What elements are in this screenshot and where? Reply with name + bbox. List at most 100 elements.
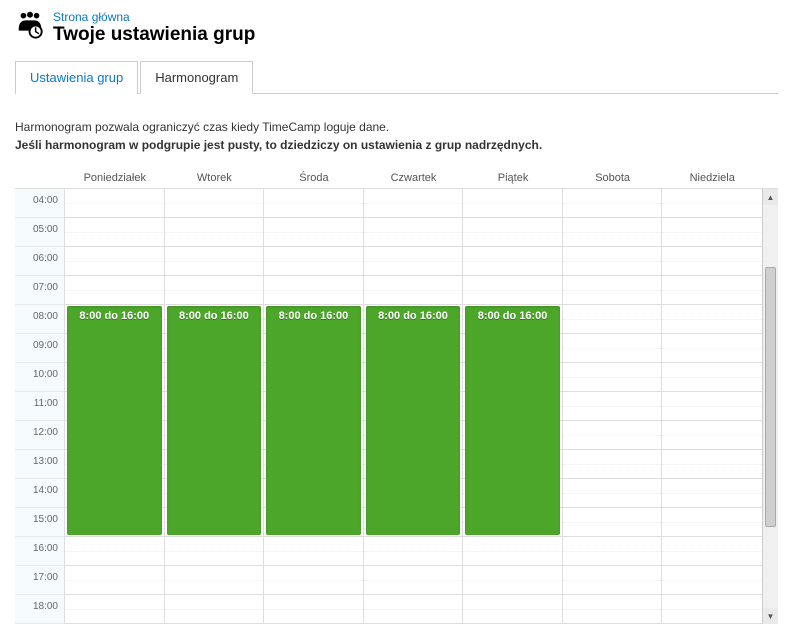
description-line2: Jeśli harmonogram w podgrupie jest pusty… bbox=[15, 136, 778, 154]
calendar-cell[interactable] bbox=[563, 508, 662, 537]
calendar-cell[interactable] bbox=[65, 566, 164, 595]
calendar-cell[interactable] bbox=[264, 218, 363, 247]
calendar-day-column[interactable]: 8:00 do 16:00 bbox=[165, 189, 265, 624]
calendar-cell[interactable] bbox=[264, 189, 363, 218]
calendar-cell[interactable] bbox=[264, 276, 363, 305]
time-label: 06:00 bbox=[15, 247, 64, 276]
calendar-cell[interactable] bbox=[364, 247, 463, 276]
calendar-cell[interactable] bbox=[662, 305, 762, 334]
schedule-event[interactable]: 8:00 do 16:00 bbox=[67, 306, 162, 535]
calendar-cell[interactable] bbox=[463, 276, 562, 305]
calendar-cell[interactable] bbox=[463, 189, 562, 218]
calendar-cell[interactable] bbox=[662, 421, 762, 450]
calendar-cell[interactable] bbox=[463, 595, 562, 624]
calendar-day-column[interactable]: 8:00 do 16:00 bbox=[364, 189, 464, 624]
time-label: 05:00 bbox=[15, 218, 64, 247]
calendar-cell[interactable] bbox=[165, 537, 264, 566]
time-label: 12:00 bbox=[15, 421, 64, 450]
calendar-cell[interactable] bbox=[662, 276, 762, 305]
calendar-day-column[interactable] bbox=[662, 189, 762, 624]
calendar-cell[interactable] bbox=[165, 189, 264, 218]
calendar-cell[interactable] bbox=[65, 189, 164, 218]
day-header-mon: Poniedziałek bbox=[65, 166, 165, 188]
calendar-cell[interactable] bbox=[165, 595, 264, 624]
calendar-cell[interactable] bbox=[65, 218, 164, 247]
calendar-cell[interactable] bbox=[662, 537, 762, 566]
calendar-cell[interactable] bbox=[563, 421, 662, 450]
calendar-cell[interactable] bbox=[563, 450, 662, 479]
calendar-cell[interactable] bbox=[364, 218, 463, 247]
calendar-cell[interactable] bbox=[563, 305, 662, 334]
calendar-cell[interactable] bbox=[364, 537, 463, 566]
calendar-grid[interactable]: 8:00 do 16:008:00 do 16:008:00 do 16:008… bbox=[65, 189, 762, 624]
calendar-cell[interactable] bbox=[165, 566, 264, 595]
calendar-cell[interactable] bbox=[364, 566, 463, 595]
calendar-cell[interactable] bbox=[463, 247, 562, 276]
calendar-cell[interactable] bbox=[364, 276, 463, 305]
calendar-cell[interactable] bbox=[662, 334, 762, 363]
calendar-cell[interactable] bbox=[563, 276, 662, 305]
schedule-event[interactable]: 8:00 do 16:00 bbox=[366, 306, 461, 535]
calendar-scrollbar[interactable]: ▲ ▼ bbox=[762, 189, 778, 624]
time-label: 17:00 bbox=[15, 566, 64, 595]
calendar-cell[interactable] bbox=[165, 276, 264, 305]
calendar-cell[interactable] bbox=[165, 247, 264, 276]
calendar-cell[interactable] bbox=[65, 247, 164, 276]
calendar-cell[interactable] bbox=[65, 595, 164, 624]
calendar-day-column[interactable]: 8:00 do 16:00 bbox=[264, 189, 364, 624]
calendar-cell[interactable] bbox=[463, 537, 562, 566]
calendar-cell[interactable] bbox=[662, 189, 762, 218]
calendar-cell[interactable] bbox=[563, 537, 662, 566]
calendar-cell[interactable] bbox=[662, 363, 762, 392]
calendar-cell[interactable] bbox=[662, 392, 762, 421]
calendar-cell[interactable] bbox=[563, 218, 662, 247]
calendar-cell[interactable] bbox=[662, 479, 762, 508]
calendar-day-column[interactable]: 8:00 do 16:00 bbox=[65, 189, 165, 624]
calendar-cell[interactable] bbox=[264, 247, 363, 276]
breadcrumb-home-link[interactable]: Strona główna bbox=[53, 10, 130, 24]
calendar-time-column: 04:0005:0006:0007:0008:0009:0010:0011:00… bbox=[15, 189, 65, 624]
schedule-event[interactable]: 8:00 do 16:00 bbox=[167, 306, 262, 535]
calendar-cell[interactable] bbox=[662, 508, 762, 537]
calendar-cell[interactable] bbox=[662, 450, 762, 479]
calendar-cell[interactable] bbox=[563, 595, 662, 624]
tab-ustawienia-grup[interactable]: Ustawienia grup bbox=[15, 61, 138, 94]
calendar-cell[interactable] bbox=[65, 537, 164, 566]
day-header-thu: Czwartek bbox=[364, 166, 464, 188]
schedule-event[interactable]: 8:00 do 16:00 bbox=[266, 306, 361, 535]
group-settings-icon bbox=[15, 10, 45, 40]
calendar-cell[interactable] bbox=[463, 218, 562, 247]
calendar-cell[interactable] bbox=[662, 218, 762, 247]
calendar-cell[interactable] bbox=[264, 537, 363, 566]
calendar-cell[interactable] bbox=[563, 247, 662, 276]
calendar-cell[interactable] bbox=[662, 566, 762, 595]
schedule-event[interactable]: 8:00 do 16:00 bbox=[465, 306, 560, 535]
calendar-cell[interactable] bbox=[165, 218, 264, 247]
calendar-cell[interactable] bbox=[364, 189, 463, 218]
calendar-cell[interactable] bbox=[563, 334, 662, 363]
calendar-cell[interactable] bbox=[662, 247, 762, 276]
time-label: 16:00 bbox=[15, 537, 64, 566]
tab-harmonogram[interactable]: Harmonogram bbox=[140, 61, 253, 94]
time-label: 13:00 bbox=[15, 450, 64, 479]
time-label: 09:00 bbox=[15, 334, 64, 363]
calendar-cell[interactable] bbox=[662, 595, 762, 624]
calendar-cell[interactable] bbox=[563, 189, 662, 218]
time-label: 15:00 bbox=[15, 508, 64, 537]
calendar-cell[interactable] bbox=[563, 392, 662, 421]
calendar-cell[interactable] bbox=[65, 276, 164, 305]
calendar-cell[interactable] bbox=[364, 595, 463, 624]
calendar-cell[interactable] bbox=[563, 363, 662, 392]
calendar-cell[interactable] bbox=[264, 566, 363, 595]
calendar-cell[interactable] bbox=[563, 479, 662, 508]
calendar-cell[interactable] bbox=[463, 566, 562, 595]
calendar-day-column[interactable] bbox=[563, 189, 663, 624]
time-label: 08:00 bbox=[15, 305, 64, 334]
calendar-cell[interactable] bbox=[264, 595, 363, 624]
scroll-thumb[interactable] bbox=[765, 267, 776, 527]
scroll-up-button[interactable]: ▲ bbox=[763, 189, 778, 205]
page-title: Twoje ustawienia grup bbox=[53, 24, 255, 46]
calendar-cell[interactable] bbox=[563, 566, 662, 595]
calendar-day-column[interactable]: 8:00 do 16:00 bbox=[463, 189, 563, 624]
description-line1: Harmonogram pozwala ograniczyć czas kied… bbox=[15, 118, 778, 136]
